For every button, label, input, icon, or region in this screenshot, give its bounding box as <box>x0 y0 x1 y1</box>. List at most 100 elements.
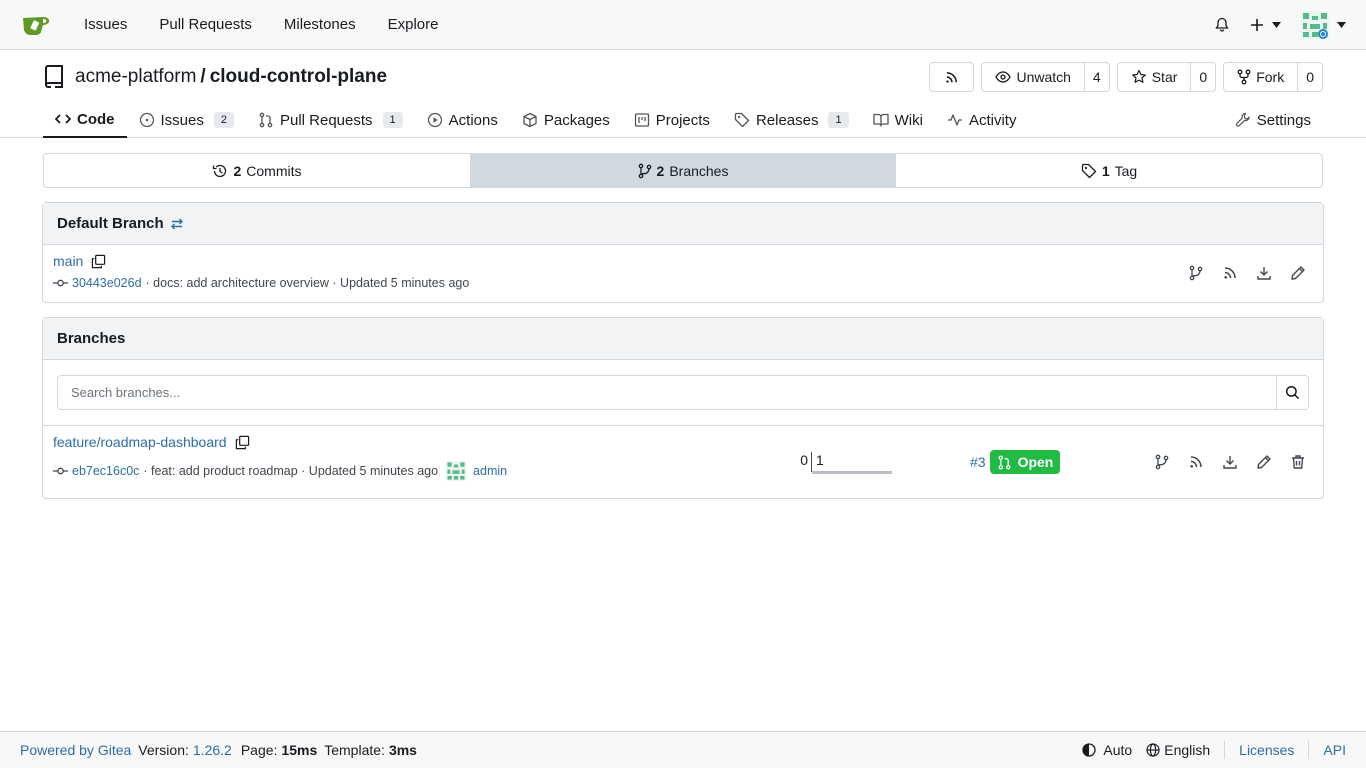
create-new-menu[interactable] <box>1250 18 1281 32</box>
watch-count[interactable]: 4 <box>1083 63 1109 91</box>
tab-code[interactable]: Code <box>43 102 127 138</box>
tab-actions-label: Actions <box>448 111 498 129</box>
tags-stat[interactable]: 1 Tag <box>896 154 1322 187</box>
tab-packages-label: Packages <box>543 111 610 129</box>
pull-request-link[interactable]: #3 <box>970 454 986 470</box>
bell-icon[interactable] <box>1214 17 1230 33</box>
tab-releases[interactable]: Releases 1 <box>722 102 861 138</box>
branches-title: Branches <box>57 330 126 347</box>
nav-issues[interactable]: Issues <box>68 16 143 33</box>
repo-name-link[interactable]: cloud-control-plane <box>210 66 387 88</box>
avatar <box>446 461 467 481</box>
tab-issues-count: 2 <box>213 112 234 128</box>
gitea-logo-icon[interactable] <box>20 9 52 41</box>
top-navbar: Issues Pull Requests Milestones Explore <box>0 0 1366 50</box>
branch-commit-message: · feat: add product roadmap · Updated 5 … <box>143 464 439 478</box>
play-icon <box>427 112 442 128</box>
history-icon <box>213 164 227 177</box>
user-menu[interactable] <box>1301 10 1346 39</box>
tab-issues[interactable]: Issues 2 <box>127 102 246 138</box>
tab-releases-label: Releases <box>755 111 819 129</box>
chevron-down-icon <box>1272 21 1281 28</box>
avatar <box>1301 10 1329 39</box>
create-branch-icon[interactable] <box>1154 454 1170 470</box>
repo-separator: / <box>200 66 206 87</box>
repo-stats-bar: 2 Commits 2 Branches 1 Tag <box>43 153 1323 188</box>
tab-wiki[interactable]: Wiki <box>861 102 935 138</box>
switch-default-branch-icon[interactable] <box>170 217 184 231</box>
rss-button[interactable] <box>929 62 975 92</box>
chevron-down-icon <box>1337 21 1346 28</box>
tab-issues-label: Issues <box>160 111 204 129</box>
issue-opened-icon <box>139 112 154 128</box>
plus-icon <box>1251 18 1263 31</box>
page-footer: Powered by Gitea Version: 1.26.2 Page: 1… <box>0 731 1366 768</box>
tab-pull-requests[interactable]: Pull Requests 1 <box>246 102 415 138</box>
pencil-icon[interactable] <box>1290 265 1306 281</box>
page-time: 15ms <box>281 742 318 758</box>
default-branch-commit-sha[interactable]: 30443e026d <box>72 276 142 290</box>
pull-request-icon <box>998 455 1011 469</box>
trash-icon[interactable] <box>1290 454 1306 470</box>
branch-search-input[interactable] <box>58 376 1276 409</box>
contrast-icon <box>1082 743 1097 757</box>
fork-count[interactable]: 0 <box>1297 63 1322 91</box>
branch-pull-request: #3 Open <box>970 450 1061 474</box>
branches-stat[interactable]: 2 Branches <box>470 154 896 187</box>
fork-button[interactable]: Fork 0 <box>1223 62 1323 92</box>
nav-pull-requests[interactable]: Pull Requests <box>143 16 268 33</box>
create-branch-icon[interactable] <box>1188 265 1204 281</box>
tab-wiki-label: Wiki <box>894 111 923 129</box>
branch-name-link[interactable]: feature/roadmap-dashboard <box>53 434 227 450</box>
tag-icon <box>734 112 750 128</box>
star-button[interactable]: Star 0 <box>1116 62 1217 92</box>
tab-activity[interactable]: Activity <box>935 102 1029 138</box>
tab-pulls-label: Pull Requests <box>279 111 373 129</box>
rss-icon[interactable] <box>1188 454 1204 470</box>
commits-stat[interactable]: 2 Commits <box>44 154 470 187</box>
search-button[interactable] <box>1276 376 1308 409</box>
theme-label: Auto <box>1103 742 1133 758</box>
tab-packages[interactable]: Packages <box>510 102 622 138</box>
download-icon[interactable] <box>1222 454 1238 470</box>
download-icon[interactable] <box>1256 265 1272 281</box>
star-label: Star <box>1151 69 1178 85</box>
pulse-icon <box>947 114 962 126</box>
branch-commit-sha[interactable]: eb7ec16c0c <box>72 464 139 478</box>
repo-owner-link[interactable]: acme-platform <box>75 66 196 88</box>
tab-code-label: Code <box>77 110 115 128</box>
branch-author-link[interactable]: admin <box>473 464 507 478</box>
star-count[interactable]: 0 <box>1190 63 1215 91</box>
watch-button[interactable]: Unwatch 4 <box>981 62 1110 92</box>
pencil-icon[interactable] <box>1256 454 1272 470</box>
nav-milestones[interactable]: Milestones <box>268 16 372 33</box>
theme-selector[interactable]: Auto <box>1082 742 1132 758</box>
branch-search <box>57 375 1309 410</box>
tags-label: Tag <box>1114 162 1138 179</box>
status-badge[interactable]: Open <box>989 450 1061 474</box>
pr-state-label: Open <box>1017 454 1054 470</box>
tab-pulls-count: 1 <box>382 112 403 128</box>
globe-icon <box>1146 743 1160 757</box>
template-time-label: Template: <box>324 742 385 758</box>
nav-explore[interactable]: Explore <box>372 16 455 33</box>
powered-by-link[interactable]: Powered by Gitea <box>20 742 131 758</box>
branches-header: Branches <box>43 318 1323 360</box>
commit-icon <box>53 279 68 287</box>
rss-icon[interactable] <box>1222 265 1238 281</box>
star-icon <box>1131 69 1146 83</box>
tab-settings[interactable]: Settings <box>1223 102 1323 138</box>
tab-projects[interactable]: Projects <box>622 102 722 138</box>
rss-icon <box>946 71 958 83</box>
copy-icon[interactable] <box>235 435 250 450</box>
copy-icon[interactable] <box>91 254 106 269</box>
api-link[interactable]: API <box>1323 742 1346 758</box>
default-branch-name-link[interactable]: main <box>53 253 83 269</box>
language-selector[interactable]: English <box>1146 742 1210 758</box>
default-branch-header: Default Branch <box>43 203 1323 245</box>
licenses-link[interactable]: Licenses <box>1239 742 1294 758</box>
version-link[interactable]: 1.26.2 <box>193 742 232 758</box>
tab-actions[interactable]: Actions <box>415 102 510 138</box>
search-icon <box>1285 385 1300 400</box>
package-icon <box>523 112 537 128</box>
